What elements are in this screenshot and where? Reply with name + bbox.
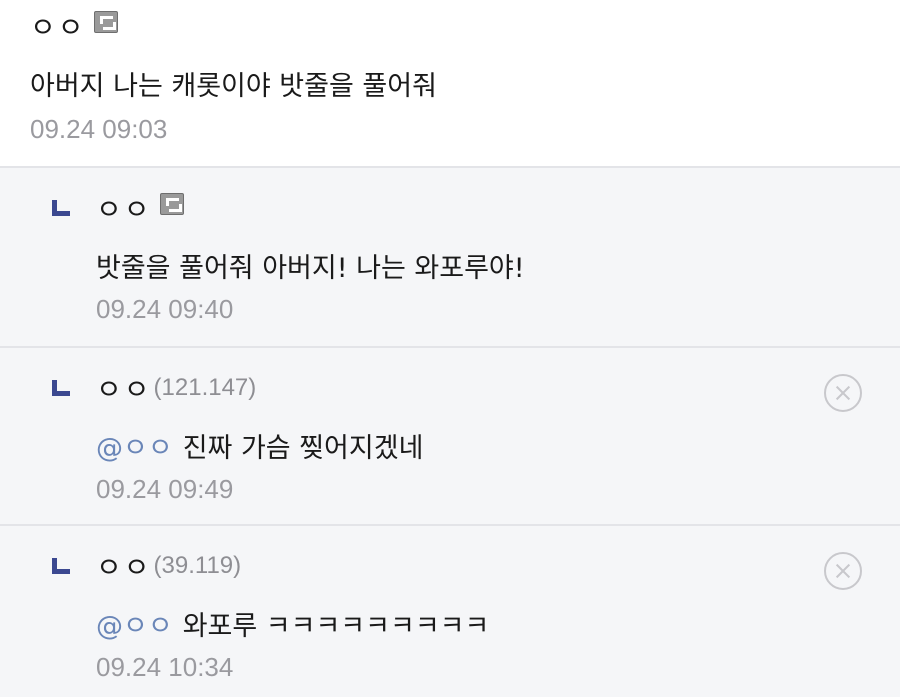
comment-message: 밧줄을 풀어줘 아버지! 나는 와포루야!: [96, 253, 525, 284]
reply-comment: ㅇㅇ (39.119) @ㅇㅇ 와포루 ㅋㅋㅋㅋㅋㅋㅋㅋㅋ 09.24 10:34: [0, 524, 900, 697]
author-nickname[interactable]: ㅇㅇ: [96, 546, 152, 586]
reply-comment: ㅇㅇ 밧줄을 풀어줘 아버지! 나는 와포루야! 09.24 09:40: [0, 166, 900, 346]
comment-message: 와포루 ㅋㅋㅋㅋㅋㅋㅋㅋㅋ: [182, 611, 490, 642]
comment-author: ㅇㅇ (121.147): [96, 368, 256, 408]
comment-timestamp: 09.24 09:03: [30, 114, 168, 144]
comment-text: @ㅇㅇ 와포루 ㅋㅋㅋㅋㅋㅋㅋㅋㅋ: [96, 604, 489, 643]
comment-author: ㅇㅇ (39.119): [96, 546, 241, 586]
comment-message: 아버지 나는 캐롯이야 밧줄을 풀어줘: [30, 71, 437, 102]
reply-arrow-icon: [52, 380, 70, 396]
reply-comment: ㅇㅇ (121.147) @ㅇㅇ 진짜 가슴 찢어지겠네 09.24 09:49: [0, 346, 900, 524]
comment-author: ㅇㅇ: [96, 188, 184, 228]
reply-arrow-icon: [52, 200, 70, 216]
mention-link[interactable]: @ㅇㅇ: [96, 433, 173, 464]
comment-timestamp: 09.24 09:49: [96, 474, 234, 504]
author-nickname[interactable]: ㅇㅇ: [96, 188, 152, 228]
author-ip: (121.147): [153, 374, 257, 401]
delete-circle-x-icon[interactable]: [824, 374, 862, 412]
comment-timestamp: 09.24 10:34: [96, 652, 234, 682]
fixed-nick-badge-icon: [93, 11, 118, 33]
comment-text: 아버지 나는 캐롯이야 밧줄을 풀어줘: [30, 64, 437, 103]
author-nickname[interactable]: ㅇㅇ: [96, 368, 152, 408]
fixed-nick-badge-icon: [159, 193, 184, 215]
comment-thread: ㅇㅇ 아버지 나는 캐롯이야 밧줄을 풀어줘 09.24 09:03 ㅇㅇ 밧줄…: [0, 0, 900, 697]
reply-arrow-icon: [52, 558, 70, 574]
comment: ㅇㅇ 아버지 나는 캐롯이야 밧줄을 풀어줘 09.24 09:03: [0, 0, 900, 166]
mention-link[interactable]: @ㅇㅇ: [96, 611, 173, 642]
author-nickname[interactable]: ㅇㅇ: [30, 6, 86, 46]
author-ip: (39.119): [153, 552, 242, 579]
comment-author: ㅇㅇ: [30, 6, 118, 46]
delete-circle-x-icon[interactable]: [824, 552, 862, 590]
comment-message: 진짜 가슴 찢어지겠네: [182, 433, 424, 464]
comment-text: @ㅇㅇ 진짜 가슴 찢어지겠네: [96, 426, 423, 465]
comment-timestamp: 09.24 09:40: [96, 294, 234, 324]
comment-text: 밧줄을 풀어줘 아버지! 나는 와포루야!: [96, 246, 525, 285]
